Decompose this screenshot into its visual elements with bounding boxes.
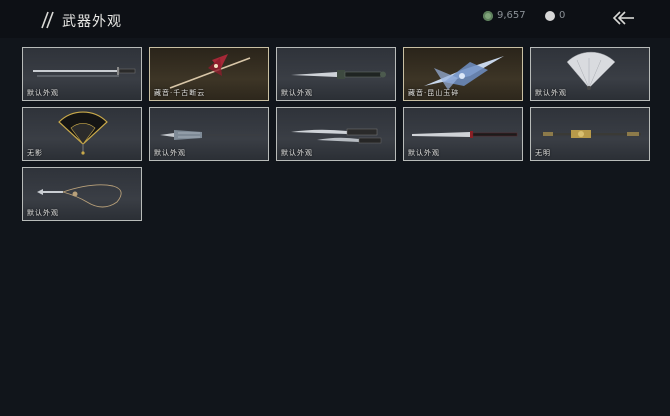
weapon-card-spear-tassel[interactable]: 默认外观 [149,107,269,161]
weapon-card-crimson-spear[interactable]: 藏音·千古断云 [149,47,269,101]
card-label: 无明 [535,149,551,157]
slash-emblem-icon [41,11,54,29]
pearl-currency-value: 0 [559,10,566,21]
card-label: 无影 [27,149,43,157]
weapon-card-azure-blade[interactable]: 藏音·昆山玉碎 [403,47,523,101]
weapon-card-ornate-staff[interactable]: 无明 [530,107,650,161]
weapon-card-long-sword[interactable]: 默认外观 [22,47,142,101]
jade-currency-value: 9,657 [497,10,526,21]
weapon-card-dagger-sword[interactable]: 默认外观 [276,47,396,101]
card-label: 藏音·昆山玉碎 [408,89,460,97]
card-label: 默认外观 [281,89,313,97]
weapon-card-twin-sabre[interactable]: 默认外观 [276,107,396,161]
weapon-card-long-sabre[interactable]: 默认外观 [403,107,523,161]
card-label: 藏音·千古断云 [154,89,206,97]
jade-coin-icon [483,10,493,21]
weapon-card-rope-dart[interactable]: 默认外观 [22,167,142,221]
weapon-card-black-fan[interactable]: 无影 [22,107,142,161]
card-label: 默认外观 [535,89,567,97]
weapon-appearance-grid: 默认外观 藏音·千古断云 默认外观 藏音·昆山玉碎 默认外观 无影 默认外观 默… [22,47,650,221]
jade-currency: 9,657 [483,10,526,21]
card-label: 默认外观 [408,149,440,157]
weapon-card-folding-fan[interactable]: 默认外观 [530,47,650,101]
top-bar: 武器外观 9,657 0 [0,0,670,38]
pearl-currency: 0 [545,10,565,21]
card-label: 默认外观 [27,89,59,97]
page-title: 武器外观 [62,14,122,30]
card-label: 默认外观 [154,149,186,157]
card-label: 默认外观 [27,209,59,217]
pearl-coin-icon [545,10,555,21]
back-arrow-icon[interactable] [610,8,636,28]
card-label: 默认外观 [281,149,313,157]
